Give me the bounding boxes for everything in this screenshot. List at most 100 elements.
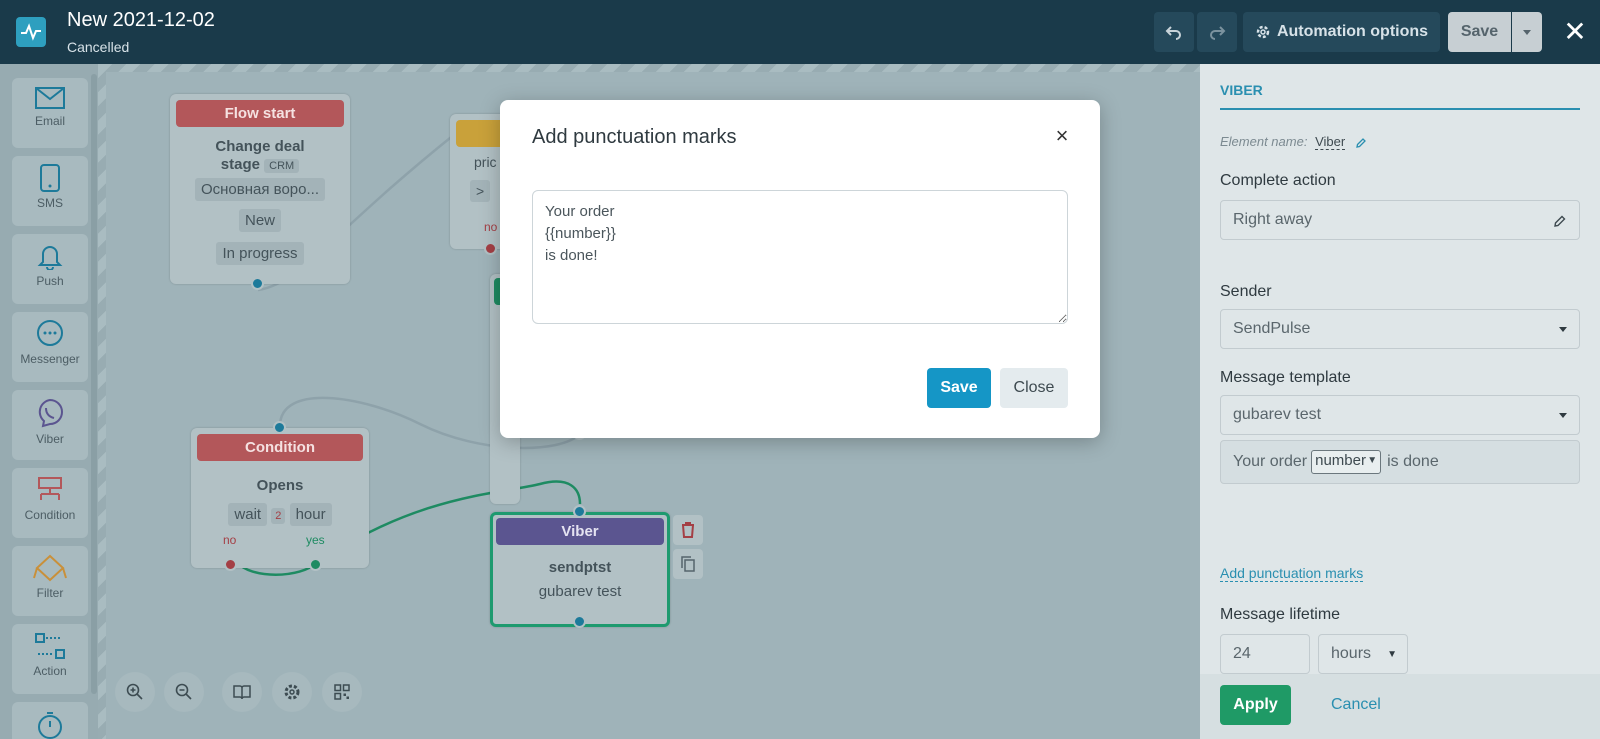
tool-action[interactable]: Action [12,624,88,694]
tool-push[interactable]: Push [12,234,88,304]
apply-button[interactable]: Apply [1220,685,1291,725]
message-textarea[interactable]: Your order {{number}} is done! [532,190,1068,324]
chevron-down-icon [1559,413,1567,418]
copy-icon [681,556,695,572]
timer-icon [38,712,62,739]
yes-port[interactable] [309,558,322,571]
output-port[interactable] [251,277,264,290]
tool-label: Push [36,274,64,288]
zoom-in-icon [126,683,143,700]
bell-icon [37,246,63,270]
modal-close-button[interactable]: Close [1000,368,1068,408]
lifetime-unit-value: hours [1331,645,1372,662]
action-icon [35,633,65,659]
delete-node-button[interactable] [673,515,703,545]
tool-viber[interactable]: Viber [12,390,88,460]
grid-icon [334,684,350,700]
tab-underline [1220,108,1580,110]
status-text: Cancelled [67,39,130,55]
docs-button[interactable] [222,672,262,712]
element-name-label: Element name: [1220,134,1308,149]
node-condition[interactable]: Condition Opens wait 2 hour no yes [191,421,369,571]
tool-email[interactable]: Email [12,78,88,148]
from-stage-row: New [170,209,350,232]
template-preview: Your order number ▼ is done [1220,440,1580,484]
redo-icon [1210,26,1226,40]
no-port[interactable] [224,558,237,571]
viber-icon [38,398,64,428]
app-logo-icon[interactable] [16,17,46,47]
preview-prefix: Your order [1233,453,1308,470]
input-port[interactable] [273,421,286,434]
sender-select[interactable]: SendPulse [1220,309,1580,349]
tool-sms[interactable]: SMS [12,156,88,226]
node-flow-start[interactable]: Flow start Change deal stage CRM Основна… [170,94,350,290]
settings-panel: VIBER Element name: Viber Complete actio… [1200,64,1600,739]
top-header: New 2021-12-02 Cancelled Automation opti… [0,0,1600,64]
node-header: Flow start [176,100,344,127]
modal-title: Add punctuation marks [532,126,737,148]
no-label: no [223,533,237,547]
save-button[interactable]: Save [1448,12,1511,52]
zoom-out-button[interactable] [164,672,204,712]
variable-value: number [1315,452,1366,469]
complete-action-field[interactable]: Right away [1220,200,1580,240]
to-stage-row: In progress [170,242,350,265]
tool-condition[interactable]: Condition [12,468,88,538]
pipeline-chip: Основная воро... [194,178,325,201]
complete-action-value: Right away [1233,211,1313,228]
node-trigger-line2-row: stage CRM [170,156,350,173]
settings-button[interactable] [272,672,312,712]
tool-timer[interactable] [12,702,88,739]
tab-viber[interactable]: VIBER [1220,82,1263,98]
save-dropdown-button[interactable] [1512,12,1542,52]
to-stage-chip: In progress [216,242,304,265]
tool-filter[interactable]: Filter [12,546,88,616]
wait-row: wait 2 hour [191,503,369,526]
minimap-button[interactable] [322,672,362,712]
node-viber[interactable]: Viber sendptst gubarev test [490,505,670,628]
add-punctuation-link[interactable]: Add punctuation marks [1220,565,1364,582]
no-port[interactable] [484,242,497,255]
template-select[interactable]: gubarev test [1220,395,1580,435]
edit-icon[interactable] [1553,214,1567,228]
element-toolbar: Email SMS Push Messenger Viber Condition… [0,64,98,739]
close-icon[interactable]: ✕ [1560,15,1590,49]
redo-button[interactable] [1197,12,1237,52]
copy-node-button[interactable] [673,549,703,579]
modal-close-icon[interactable]: × [1052,125,1072,147]
lifetime-unit-select[interactable]: hours ▼ [1318,634,1408,674]
yes-label: yes [306,533,325,547]
page-title: New 2021-12-02 [67,9,215,31]
punctuation-modal: Add punctuation marks × Your order {{num… [500,100,1100,438]
edit-icon[interactable] [1355,137,1367,149]
node-header: Condition [197,434,363,461]
toolbar-scrollbar[interactable] [91,74,97,694]
node-header: Viber [496,518,664,545]
condition-title: Opens [256,477,304,494]
email-icon [35,87,65,109]
element-name-row: Element name: Viber [1220,134,1367,150]
lifetime-input[interactable]: 24 [1220,634,1310,674]
automation-options-button[interactable]: Automation options [1243,12,1440,52]
element-name-value[interactable]: Viber [1315,134,1346,150]
template-label: Message template [1220,369,1351,386]
book-icon [233,685,251,700]
cancel-button[interactable]: Cancel [1331,685,1381,725]
tool-messenger[interactable]: Messenger [12,312,88,382]
tool-label: Filter [36,586,64,600]
chevron-down-icon: ▼ [1367,455,1378,466]
viber-sender: sendptst [548,559,612,576]
variable-select[interactable]: number ▼ [1311,450,1382,474]
node-header [456,120,504,147]
input-port[interactable] [573,505,586,518]
filter-icon [33,554,67,582]
undo-icon [1165,26,1181,40]
undo-button[interactable] [1154,12,1194,52]
modal-save-button[interactable]: Save [927,368,991,408]
pipeline-row: Основная воро... [170,178,350,201]
gear-icon [284,684,300,700]
output-port[interactable] [573,615,586,628]
panel-footer: Apply Cancel [1200,674,1600,739]
zoom-in-button[interactable] [115,672,155,712]
